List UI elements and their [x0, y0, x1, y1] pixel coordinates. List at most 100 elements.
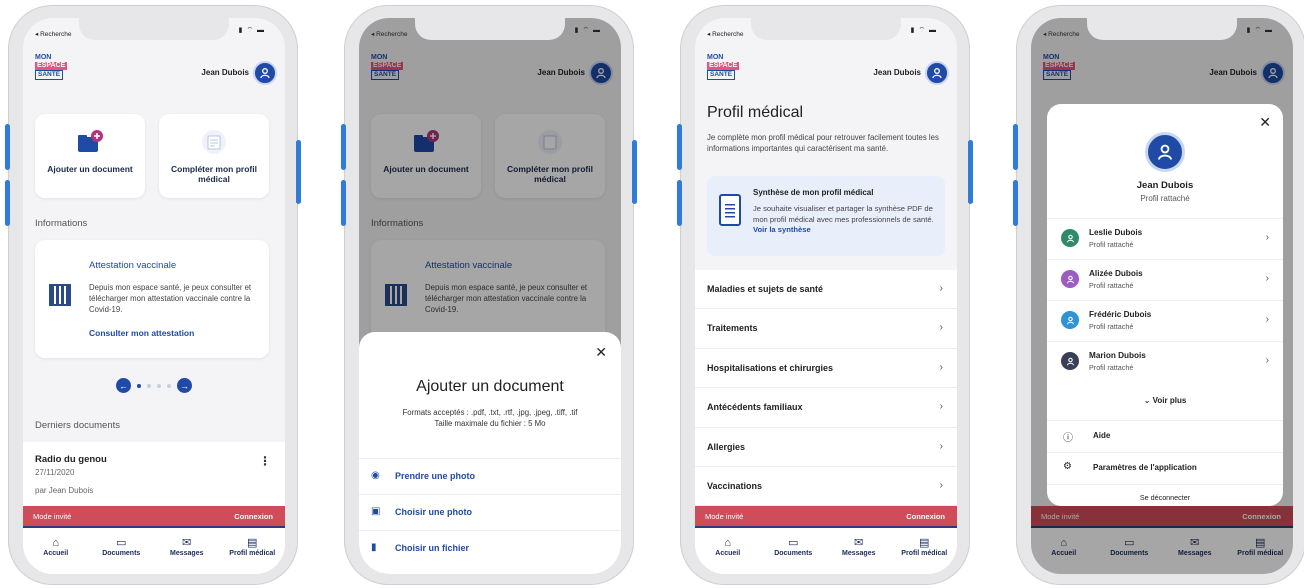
profile-row-frederic[interactable]: Frédéric Dubois Profil rattaché › — [1047, 300, 1283, 340]
profile-name: Alizée Dubois — [1089, 269, 1143, 278]
user-icon — [1158, 144, 1172, 160]
pager-dot[interactable] — [137, 383, 141, 388]
tab-accueil[interactable]: ⌂ Accueil — [695, 528, 761, 574]
profile-role: Profil rattaché — [1089, 281, 1134, 290]
profile-name: Leslie Dubois — [1089, 228, 1143, 237]
phone-side-button — [341, 124, 346, 170]
choose-file-option[interactable]: ▮ Choisir un fichier — [359, 530, 621, 566]
pager-dot[interactable] — [157, 383, 161, 388]
profile-role: Profil rattaché — [1089, 322, 1134, 331]
phone-side-button — [296, 140, 301, 204]
phone-home: ◂ Recherche ▮ ⌔ ▬ MON ESPACE SANTÉ Jean … — [5, 5, 301, 585]
profile-row-alizee[interactable]: Alizée Dubois Profil rattaché › — [1047, 259, 1283, 299]
guest-mode-label: Mode invité — [705, 512, 744, 521]
tab-profil-medical[interactable]: ▤ Profil médical — [892, 528, 958, 574]
chevron-right-icon: › — [939, 440, 943, 452]
avatar[interactable] — [925, 61, 949, 85]
help-icon: ⓘ — [1063, 433, 1073, 444]
choose-photo-option[interactable]: ▣ Choisir une photo — [359, 494, 621, 530]
pager-dot[interactable] — [147, 383, 151, 388]
option-label: Prendre une photo — [395, 471, 476, 481]
user-icon — [1061, 311, 1079, 329]
document-item[interactable]: Radio du genou 27/11/2020 par Jean Duboi… — [23, 442, 285, 508]
view-synthesis-link[interactable]: Voir la synthèse — [753, 225, 811, 234]
list-item[interactable]: Maladies et sujets de santé › — [695, 270, 957, 310]
phone-side-button — [677, 180, 682, 226]
synthesis-desc: Je souhaite visualiser et partager la sy… — [753, 204, 934, 224]
profile-row-marion[interactable]: Marion Dubois Profil rattaché › — [1047, 341, 1283, 381]
arrow-right-icon[interactable]: → — [177, 378, 192, 393]
max-size-text: Taille maximale du fichier : 5 Mo — [434, 418, 546, 428]
chevron-right-icon: › — [1265, 355, 1269, 366]
qr-code-icon — [49, 284, 71, 306]
recent-docs-title: Derniers documents — [35, 420, 121, 431]
pager-dot[interactable] — [167, 383, 171, 388]
consult-attestation-link[interactable]: Consulter mon attestation — [89, 328, 194, 338]
arrow-left-icon[interactable]: ← — [116, 378, 131, 393]
status-bar: ◂ Recherche ▮ ⌔ ▬ — [695, 22, 957, 40]
logo-line: MON — [35, 54, 52, 61]
phone-add-document: ◂ Recherche ▮ ⌔ ▬ MON ESPACE SANTÉ Jean … — [341, 5, 637, 585]
list-item[interactable]: Antécédents familiaux › — [695, 388, 957, 428]
profile-name: Frédéric Dubois — [1089, 310, 1152, 319]
tab-documents[interactable]: ▭ Documents — [761, 528, 827, 574]
profile-row-leslie[interactable]: Leslie Dubois Profil rattaché › — [1047, 218, 1283, 258]
user-icon — [932, 68, 942, 79]
chevron-right-icon: › — [939, 361, 943, 373]
option-label: Choisir un fichier — [395, 543, 470, 553]
chevron-right-icon: › — [1265, 273, 1269, 284]
list-item[interactable]: Hospitalisations et chirurgies › — [695, 348, 957, 389]
guest-mode-label: Mode invité — [33, 512, 72, 521]
see-more-button[interactable]: ⌄ Voir plus — [1047, 396, 1283, 405]
connect-link[interactable]: Connexion — [906, 512, 945, 521]
tab-label: Accueil — [43, 550, 69, 557]
phone-profile-switcher: ◂ Recherche ▮ ⌔ ▬ MON ESPACE SANTÉ Jean … — [1013, 5, 1304, 585]
list-item[interactable]: Vaccinations › — [695, 466, 957, 507]
tab-messages[interactable]: ✉ Messages — [154, 528, 220, 574]
back-to-search-link[interactable]: ◂ Recherche — [1043, 30, 1080, 38]
tab-accueil[interactable]: ⌂ Accueil — [23, 528, 89, 574]
back-to-search-link[interactable]: ◂ Recherche — [35, 30, 72, 38]
tab-documents[interactable]: ▭ Documents — [89, 528, 155, 574]
guest-mode-bar: Mode invité Connexion — [695, 506, 957, 526]
take-photo-option[interactable]: ◉ Prendre une photo — [359, 458, 621, 494]
tab-profil-medical[interactable]: ▤ Profil médical — [220, 528, 286, 574]
logo-line: SANTÉ — [707, 70, 736, 80]
tab-label: Documents — [102, 550, 141, 557]
back-to-search-link[interactable]: ◂ Recherche — [707, 30, 744, 38]
logout-button[interactable]: Se déconnecter — [1047, 484, 1283, 502]
complete-profile-card[interactable]: Compléter mon profil médical — [159, 114, 269, 198]
phone-side-button — [1013, 124, 1018, 170]
info-section-title: Informations — [35, 218, 88, 229]
close-icon[interactable]: ✕ — [1259, 114, 1271, 131]
help-menu-item[interactable]: ⓘ Aide — [1047, 420, 1283, 450]
tab-label: Documents — [774, 550, 813, 557]
settings-menu-item[interactable]: ⚙ Paramètres de l'application — [1047, 452, 1283, 482]
app-header: MON ESPACE SANTÉ Jean Dubois — [23, 44, 285, 94]
add-document-label: Ajouter un document — [47, 164, 133, 174]
phone-side-button — [341, 180, 346, 226]
list-item[interactable]: Traitements › — [695, 309, 957, 349]
connect-link[interactable]: Connexion — [234, 512, 273, 521]
back-to-search-link[interactable]: ◂ Recherche — [371, 30, 408, 38]
current-profile-avatar — [1145, 132, 1185, 172]
close-icon[interactable]: ✕ — [595, 344, 607, 361]
tab-messages[interactable]: ✉ Messages — [826, 528, 892, 574]
current-profile-role: Profil rattaché — [1140, 194, 1190, 203]
folder-icon: ▭ — [788, 537, 799, 549]
list-item-label: Maladies et sujets de santé — [707, 284, 824, 294]
mail-icon: ✉ — [854, 537, 864, 549]
avatar[interactable] — [253, 61, 277, 85]
page-description: Je complète mon profil médical pour retr… — [707, 133, 939, 153]
more-options-icon[interactable]: ⋮ — [259, 454, 271, 468]
sheet-title: Ajouter un document — [416, 378, 564, 395]
file-icon: ▤ — [247, 537, 258, 549]
status-bar: ◂ Recherche ▮ ⌔ ▬ — [359, 22, 621, 40]
list-item[interactable]: Allergies › — [695, 427, 957, 467]
tab-label: Profil médical — [901, 550, 948, 557]
help-label: Aide — [1093, 431, 1111, 440]
chevron-right-icon: › — [1265, 232, 1269, 243]
tab-bar: ⌂ Accueil ▭ Documents ✉ Messages ▤ Profil mé… — [23, 526, 285, 574]
add-document-card[interactable]: Ajouter un document — [35, 114, 145, 198]
add-document-sheet: ✕ Ajouter un document Formats acceptés :… — [359, 332, 621, 574]
